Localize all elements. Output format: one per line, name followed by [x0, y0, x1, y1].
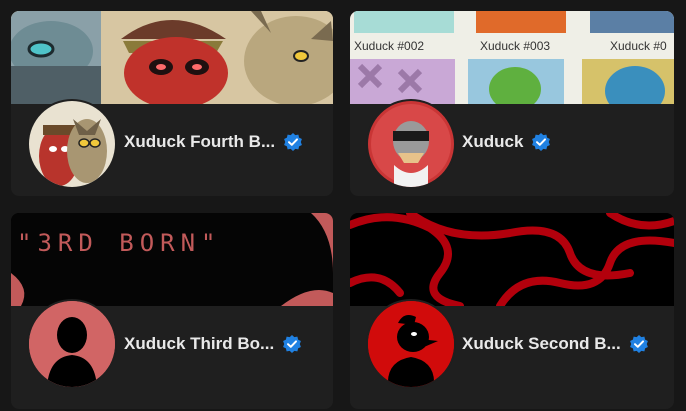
collection-card-third-born[interactable]: "3RD BORN" Xuduck Third Bo... [11, 213, 333, 409]
profile-silhouette-icon [368, 301, 454, 387]
collection-name[interactable]: Xuduck Third Bo... [124, 334, 274, 354]
verified-badge-icon [283, 132, 303, 152]
verified-badge-icon [282, 334, 302, 354]
banner-label: "3RD BORN" [17, 229, 222, 257]
verified-badge-icon [531, 132, 551, 152]
collection-name[interactable]: Xuduck Fourth B... [124, 132, 275, 152]
collection-name[interactable]: Xuduck [462, 132, 523, 152]
banner-label: Xuduck #0 [610, 39, 667, 53]
collection-avatar [368, 301, 454, 387]
collection-avatar [368, 101, 454, 187]
profile-silhouette-icon [29, 301, 115, 387]
collection-banner: Xuduck #002 Xuduck #003 Xuduck #0 [350, 11, 674, 104]
collection-card-fourth-born[interactable]: Xuduck Fourth B... [11, 11, 333, 196]
collection-avatar [29, 101, 115, 187]
collection-banner: "3RD BORN" [11, 213, 333, 306]
collection-banner [350, 213, 674, 306]
collection-avatar [29, 301, 115, 387]
collection-banner [11, 11, 333, 104]
verified-badge-icon [629, 334, 649, 354]
collection-name[interactable]: Xuduck Second B... [462, 334, 621, 354]
collection-card-xuduck[interactable]: Xuduck #002 Xuduck #003 Xuduck #0 Xuduck [350, 11, 674, 196]
banner-label: Xuduck #003 [480, 39, 551, 53]
banner-label: Xuduck #002 [354, 39, 425, 53]
collection-card-second-born[interactable]: Xuduck Second B... [350, 213, 674, 409]
